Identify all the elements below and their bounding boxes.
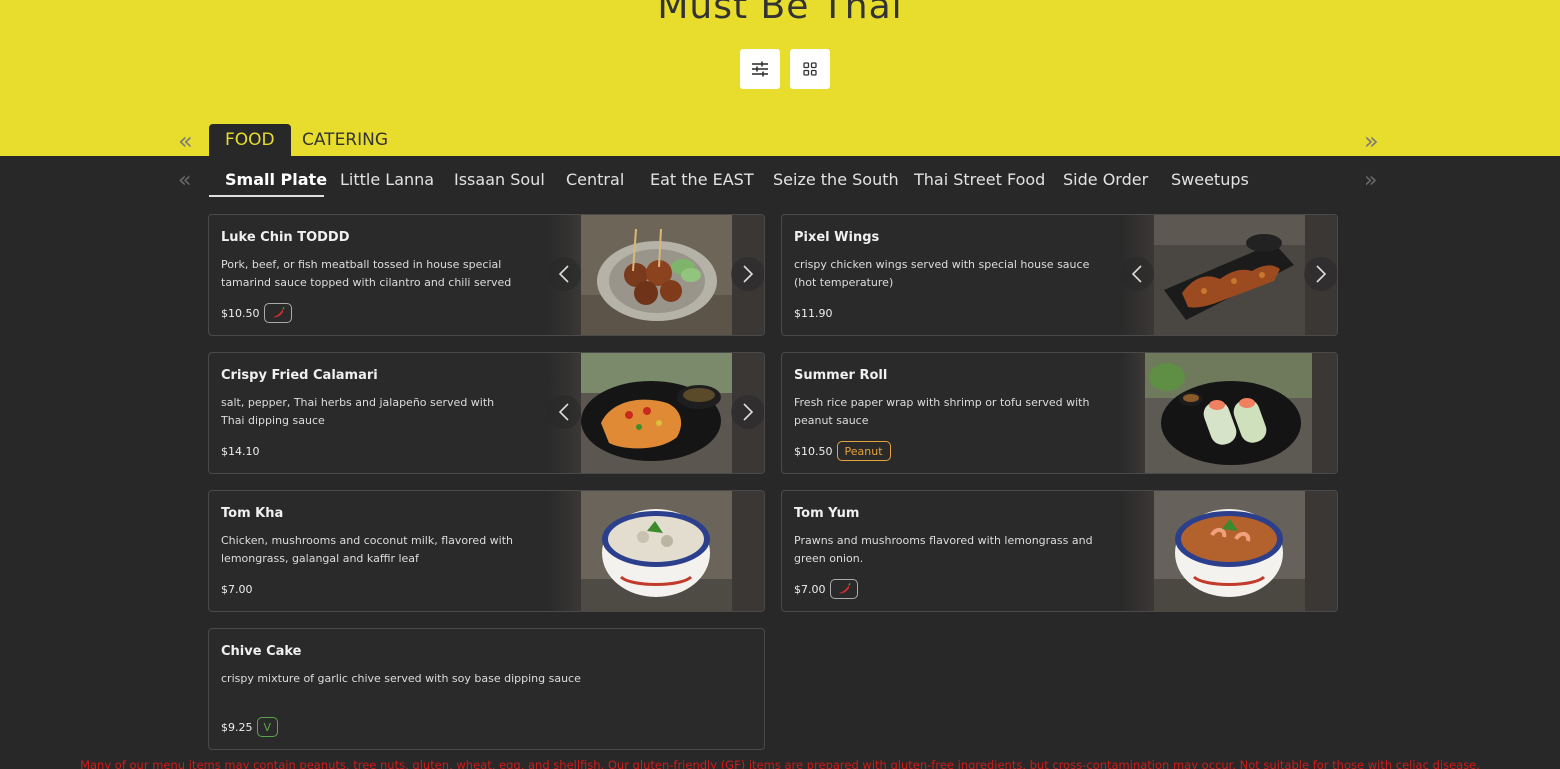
item-price: $7.00	[221, 583, 253, 596]
vegetarian-badge: V	[256, 717, 279, 737]
item-description: Fresh rice paper wrap with shrimp or tof…	[794, 396, 1090, 427]
carousel-prev-button[interactable]	[1120, 257, 1154, 291]
grid-view-button[interactable]	[790, 49, 830, 89]
tab-little-lanna[interactable]: Little Lanna	[340, 170, 434, 189]
item-name: Luke Chin TODDD	[221, 230, 350, 245]
item-price-row: $10.50	[221, 303, 292, 323]
food-photo	[581, 215, 732, 335]
item-name: Crispy Fried Calamari	[221, 368, 378, 383]
double-chevron-left-icon[interactable]: «	[178, 129, 193, 153]
item-price-row: $11.90	[794, 307, 833, 320]
food-photo	[581, 491, 732, 611]
food-photo	[581, 353, 732, 473]
menu-item-card[interactable]: Crispy Fried Calamari salt, pepper, Thai…	[208, 352, 765, 474]
menu-item-card[interactable]: Tom Kha Chicken, mushrooms and coconut m…	[208, 490, 765, 612]
item-description: Chicken, mushrooms and coconut milk, fla…	[221, 534, 514, 565]
chevron-left-icon	[558, 403, 569, 421]
item-price: $10.50	[221, 306, 260, 320]
tab-small-plate[interactable]: Small Plate	[225, 170, 327, 189]
item-name: Tom Yum	[794, 506, 860, 521]
photo-backdrop	[1121, 353, 1145, 473]
tab-side-order[interactable]: Side Order	[1063, 170, 1148, 189]
item-price-row: $9.25 V	[221, 717, 279, 737]
carousel-prev-button[interactable]	[547, 257, 581, 291]
food-photo	[1154, 491, 1305, 611]
carousel-next-button[interactable]	[731, 257, 764, 291]
top-tabs: « FOOD CATERING »	[0, 124, 1560, 156]
double-chevron-left-icon[interactable]: «	[178, 170, 191, 192]
item-name: Tom Kha	[221, 506, 284, 521]
menu-item-card[interactable]: Tom Yum Prawns and mushrooms flavored wi…	[781, 490, 1338, 612]
chevron-left-icon	[1131, 265, 1142, 283]
item-price-row: $7.00	[221, 583, 253, 596]
item-description: Pork, beef, or fish meatball tossed in h…	[221, 258, 512, 289]
item-name: Summer Roll	[794, 368, 888, 383]
carousel-next-button[interactable]	[1304, 257, 1337, 291]
carousel-prev-button[interactable]	[547, 395, 581, 429]
sliders-icon	[752, 61, 768, 77]
item-price-row: $14.10	[221, 445, 260, 458]
double-chevron-right-icon[interactable]: »	[1364, 170, 1377, 192]
menu-item-card[interactable]: Pixel Wings crispy chicken wings served …	[781, 214, 1338, 336]
item-description: salt, pepper, Thai herbs and jalapeño se…	[221, 396, 495, 427]
item-name: Pixel Wings	[794, 230, 880, 245]
tab-thai-street-food[interactable]: Thai Street Food	[914, 170, 1045, 189]
item-name: Chive Cake	[221, 644, 302, 659]
menu-item-card[interactable]: Chive Cake crispy mixture of garlic chiv…	[208, 628, 765, 750]
item-price-row: $10.50 Peanut	[794, 441, 891, 461]
chevron-right-icon	[743, 265, 754, 283]
allergen-disclaimer: Many of our menu items may contain peanu…	[80, 758, 1480, 769]
item-description: Prawns and mushrooms flavored with lemon…	[794, 534, 1093, 565]
peanut-badge: Peanut	[836, 441, 891, 461]
menu-item-card[interactable]: Luke Chin TODDD Pork, beef, or fish meat…	[208, 214, 765, 336]
tab-catering[interactable]: CATERING	[302, 124, 388, 156]
food-photo	[1154, 215, 1305, 335]
chevron-right-icon	[1316, 265, 1327, 283]
tab-sweetups[interactable]: Sweetups	[1171, 170, 1249, 189]
tab-central[interactable]: Central	[566, 170, 624, 189]
item-price: $14.10	[221, 445, 260, 458]
chevron-right-icon	[743, 403, 754, 421]
photo-backdrop	[1312, 353, 1337, 473]
item-price-row: $7.00	[794, 579, 858, 599]
chevron-left-icon	[558, 265, 569, 283]
double-chevron-right-icon[interactable]: »	[1364, 129, 1379, 153]
chili-icon	[272, 307, 285, 318]
tab-issaan-soul[interactable]: Issaan Soul	[454, 170, 545, 189]
food-photo	[1145, 353, 1312, 473]
page-title: Must Be Thai	[657, 0, 903, 27]
photo-backdrop	[548, 491, 582, 611]
item-price: $7.00	[794, 582, 826, 596]
chili-icon	[838, 583, 851, 594]
tab-food[interactable]: FOOD	[209, 124, 291, 156]
menu-item-card[interactable]: Summer Roll Fresh rice paper wrap with s…	[781, 352, 1338, 474]
spicy-badge	[829, 579, 858, 599]
category-tabs: « Small Plate Little Lanna Issaan Soul C…	[0, 158, 1560, 198]
filter-button[interactable]	[740, 49, 780, 89]
tab-seize-the-south[interactable]: Seize the South	[773, 170, 899, 189]
grid-icon	[803, 62, 817, 76]
photo-backdrop	[1121, 491, 1155, 611]
active-tab-indicator	[209, 195, 324, 197]
item-price: $9.25	[221, 720, 253, 734]
item-price: $11.90	[794, 307, 833, 320]
tab-eat-the-east[interactable]: Eat the EAST	[650, 170, 754, 189]
spicy-badge	[263, 303, 292, 323]
photo-backdrop	[1305, 491, 1337, 611]
item-price: $10.50	[794, 444, 833, 458]
item-description: crispy chicken wings served with special…	[794, 258, 1090, 289]
carousel-next-button[interactable]	[731, 395, 764, 429]
photo-backdrop	[732, 491, 764, 611]
item-description: crispy mixture of garlic chive served wi…	[221, 672, 581, 685]
